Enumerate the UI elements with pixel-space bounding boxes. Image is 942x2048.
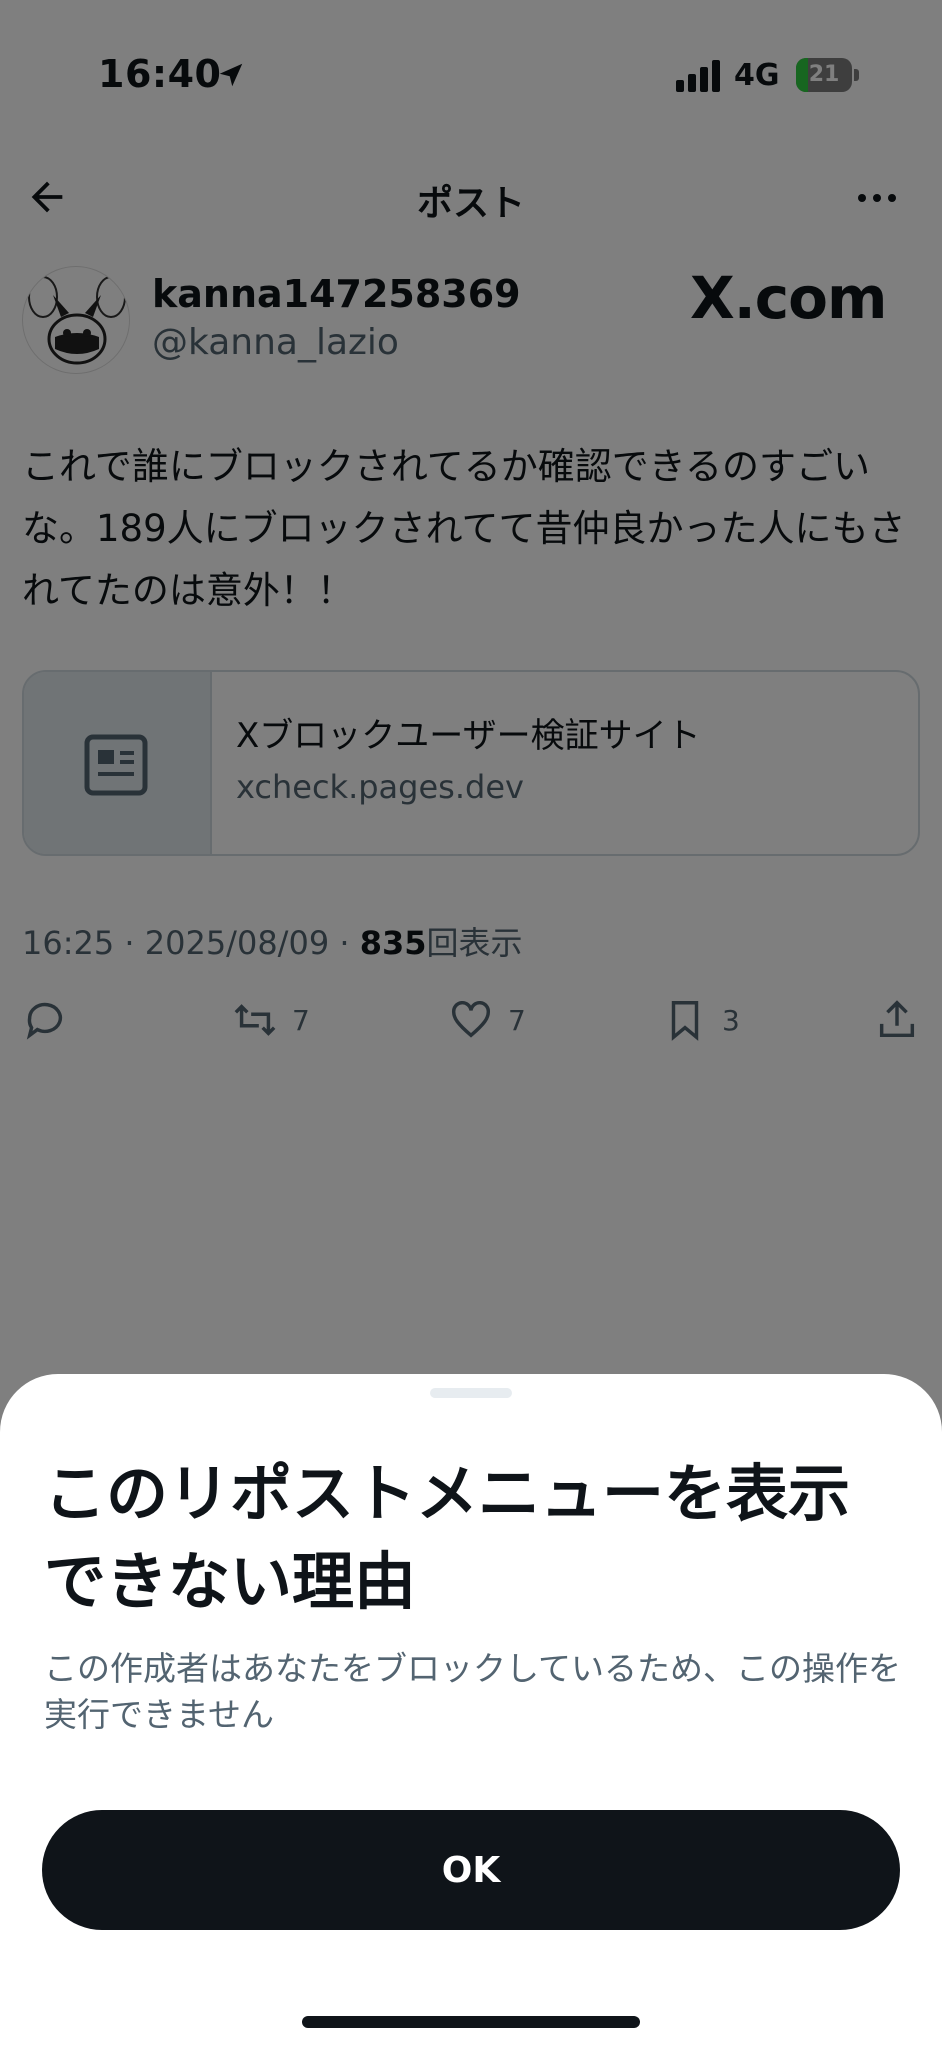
ok-button[interactable]: OK [42,1810,900,1930]
sheet-message: この作成者はあなたをブロックしているため、この操作を実行できません [44,1649,902,1734]
sheet-grabber[interactable] [430,1388,512,1398]
home-indicator[interactable] [302,2016,640,2028]
sheet-title: このリポストメニューを表示できない理由 [44,1457,851,1618]
